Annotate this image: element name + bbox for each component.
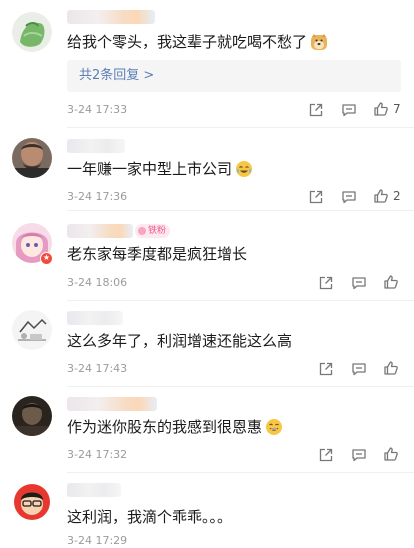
avatar[interactable] bbox=[12, 310, 52, 350]
comment-text: 这利润，我滴个乖乖。。。 bbox=[67, 508, 233, 526]
view-replies-link[interactable]: 共2条回复 > bbox=[79, 67, 154, 85]
avatar[interactable] bbox=[12, 138, 52, 178]
share-icon[interactable] bbox=[308, 102, 324, 118]
crying-laughing-icon bbox=[235, 160, 253, 178]
avatar[interactable] bbox=[12, 396, 52, 436]
comment-icon[interactable] bbox=[351, 361, 367, 377]
comment-timestamp: 3-24 17:36 bbox=[67, 190, 128, 203]
comment-text: 老东家每季度都是疯狂增长 bbox=[67, 245, 248, 263]
comment-text: 作为迷你股东的我感到很恩惠 bbox=[67, 417, 283, 437]
username[interactable] bbox=[67, 139, 125, 153]
like-count: 2 bbox=[393, 189, 401, 203]
username[interactable] bbox=[67, 10, 155, 24]
comment-timestamp: 3-24 17:33 bbox=[67, 103, 128, 116]
share-icon[interactable] bbox=[308, 189, 324, 205]
reply-box: 共2条回复 > bbox=[67, 60, 401, 92]
share-icon[interactable] bbox=[318, 361, 334, 377]
share-icon[interactable] bbox=[318, 275, 334, 291]
comment-timestamp: 3-24 17:43 bbox=[67, 362, 128, 375]
avatar-image bbox=[12, 482, 52, 522]
comment-icon[interactable] bbox=[341, 189, 357, 205]
comment-item: ★ 铁粉 老东家每季度都是疯狂增长 3-24 18:06 bbox=[0, 211, 414, 301]
like-icon[interactable] bbox=[383, 360, 399, 376]
comment-item: 这利润，我滴个乖乖。。。 3-24 17:29 bbox=[0, 473, 414, 547]
avatar-image bbox=[12, 396, 52, 436]
comment-timestamp: 3-24 18:06 bbox=[67, 276, 128, 289]
share-icon[interactable] bbox=[318, 447, 334, 463]
grinning-icon bbox=[265, 418, 283, 436]
like-icon[interactable] bbox=[383, 446, 399, 462]
comment-icon[interactable] bbox=[341, 102, 357, 118]
avatar[interactable] bbox=[12, 482, 52, 522]
comment-timestamp: 3-24 17:32 bbox=[67, 448, 128, 461]
username[interactable] bbox=[67, 483, 121, 497]
comment-item: 一年赚一家中型上市公司 3-24 17:36 2 bbox=[0, 128, 414, 211]
comment-item: 这么多年了，利润增速还能这么高 3-24 17:43 bbox=[0, 301, 414, 387]
avatar[interactable] bbox=[12, 12, 52, 52]
comment-icon[interactable] bbox=[351, 275, 367, 291]
comment-item: 给我个零头，我这辈子就吃喝不愁了 共2条回复 > 3-24 17:33 7 bbox=[0, 0, 414, 128]
like-icon[interactable] bbox=[373, 188, 389, 204]
username[interactable] bbox=[67, 224, 133, 238]
like-icon[interactable] bbox=[383, 274, 399, 290]
avatar-image bbox=[12, 310, 52, 350]
doge-icon bbox=[310, 33, 328, 51]
like-count: 7 bbox=[393, 102, 401, 116]
like-icon[interactable] bbox=[373, 101, 389, 117]
comment-timestamp: 3-24 17:29 bbox=[67, 534, 128, 547]
username[interactable] bbox=[67, 397, 157, 411]
avatar-image bbox=[12, 12, 52, 52]
fan-tag: 铁粉 bbox=[135, 224, 171, 238]
chevron-right-icon: > bbox=[143, 68, 155, 83]
comment-icon[interactable] bbox=[351, 447, 367, 463]
heart-icon bbox=[138, 227, 146, 235]
verified-badge-icon: ★ bbox=[40, 252, 53, 265]
comment-text: 给我个零头，我这辈子就吃喝不愁了 bbox=[67, 32, 328, 52]
comment-text: 这么多年了，利润增速还能这么高 bbox=[67, 332, 293, 350]
comment-item: 作为迷你股东的我感到很恩惠 3-24 17:32 bbox=[0, 387, 414, 473]
avatar-image bbox=[12, 138, 52, 178]
comment-text: 一年赚一家中型上市公司 bbox=[67, 159, 253, 179]
username[interactable] bbox=[67, 311, 123, 325]
